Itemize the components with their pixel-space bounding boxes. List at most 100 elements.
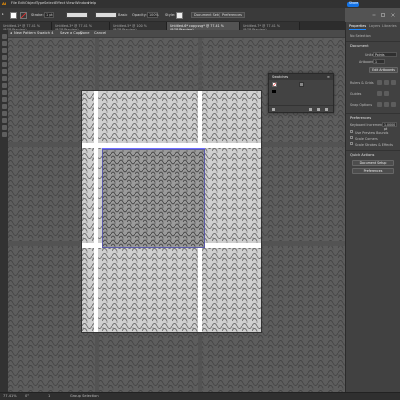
menu-select[interactable]: Select (44, 2, 55, 6)
selection-tool-icon[interactable] (1, 34, 7, 39)
artboard-value: 1 (375, 60, 378, 64)
tab-properties[interactable]: Properties (349, 22, 367, 30)
scale-corners-label: Scale Corners (355, 136, 378, 141)
divider (346, 150, 400, 151)
stroke-swatch[interactable] (20, 11, 27, 19)
pattern-edit-bar: ◂ New Pattern Swatch 4 Save a Copy Done … (8, 30, 345, 38)
zoom-tool-icon[interactable] (1, 132, 7, 137)
share-label: Share (349, 1, 359, 6)
menu-object[interactable]: Object (25, 2, 37, 6)
type-tool-icon[interactable] (1, 55, 7, 60)
swatches-panel[interactable]: Swatches ≡ (268, 73, 334, 113)
artboard[interactable] (81, 90, 262, 333)
document-setup-button-panel[interactable]: Document Setup (352, 160, 394, 166)
use-preview-bounds-checkbox[interactable] (350, 130, 353, 133)
tab-layers[interactable]: Layers (369, 22, 380, 30)
preferences-button[interactable]: Preferences (219, 12, 245, 18)
opacity-field[interactable]: 100% (147, 12, 159, 18)
document-tabs: Untitled-1* @ 77.41 % (RGB/Preview) Unti… (0, 22, 345, 32)
width-tool-icon[interactable] (1, 111, 7, 116)
guides-label: Guides (350, 92, 362, 96)
cancel-button[interactable]: Cancel (94, 32, 106, 36)
new-swatch-icon[interactable] (317, 108, 320, 111)
rectangle-tool-icon[interactable] (1, 69, 7, 74)
direct-selection-tool-icon[interactable] (1, 41, 7, 46)
opacity-value: 100% (149, 13, 159, 17)
snap-to-pixel-icon[interactable] (384, 102, 389, 107)
status-bar: 77.41% 0° 1 Group Selection (0, 392, 400, 400)
swatches-panel-footer (269, 105, 333, 112)
minimize-icon[interactable] (372, 2, 376, 15)
pattern-tile-editor[interactable] (102, 149, 205, 248)
fill-swatch[interactable] (10, 11, 17, 19)
pattern-gap-vertical (94, 91, 98, 332)
artboard-navigator[interactable]: 1 (48, 395, 50, 399)
preferences-button-panel[interactable]: Preferences (352, 168, 394, 174)
rulers-icon[interactable] (377, 80, 382, 85)
tab-untitled-7[interactable]: Untitled-7* @ 77.41 % (RGB/Preview) (240, 22, 300, 32)
brush-definition[interactable] (95, 12, 117, 18)
pencil-tool-icon[interactable] (1, 83, 7, 88)
tab-untitled-6-copy[interactable]: Untitled-6* copy.svg* @ 77.41 % (RGB/Pre… (167, 22, 240, 32)
scale-strokes-checkbox[interactable] (350, 142, 353, 145)
menu-edit[interactable]: Edit (18, 2, 25, 6)
properties-panel: Properties Layers Libraries No Selection… (345, 22, 400, 392)
menu-help[interactable]: Help (88, 2, 96, 6)
tab-untitled-3[interactable]: Untitled-3* @ 77.41 % (RGB/Preview) (52, 22, 110, 32)
pattern-tile-artwork (103, 150, 204, 247)
tab-untitled-5[interactable]: Untitled-5* @ 100 % (RGB/Preview) (110, 22, 167, 32)
pattern-name: New Pattern Swatch 4 (14, 31, 54, 36)
tab-libraries[interactable]: Libraries (382, 22, 397, 30)
rotation-value[interactable]: 0° (25, 395, 29, 399)
transparency-grid-icon[interactable] (391, 80, 396, 85)
registration-swatch[interactable] (272, 90, 276, 93)
stroke-label: Stroke: (31, 13, 44, 17)
eyedropper-tool-icon[interactable] (1, 118, 7, 123)
keyboard-increment-field[interactable]: 1.0000 pt (382, 122, 397, 131)
share-button[interactable]: Share (347, 1, 359, 7)
edit-artboards-label: Edit Artboards (372, 68, 395, 72)
app-logo: Ai (2, 1, 7, 6)
close-icon[interactable] (391, 2, 395, 17)
eraser-tool-icon[interactable] (1, 90, 7, 95)
swatch-libraries-icon[interactable] (272, 108, 275, 111)
new-color-group-icon[interactable] (309, 108, 312, 111)
grid-icon[interactable] (384, 80, 389, 85)
none-swatch[interactable] (272, 82, 277, 87)
none-swatch-icon (273, 83, 276, 86)
guides-toggle-icon[interactable] (377, 91, 382, 96)
back-arrow-icon[interactable]: ◂ (10, 32, 12, 36)
stroke-weight-field[interactable]: 1 pt (44, 12, 54, 18)
paintbrush-tool-icon[interactable] (1, 76, 7, 81)
snap-options-label: Snap Options (350, 103, 373, 107)
scale-corners-checkbox[interactable] (350, 136, 353, 139)
pen-tool-icon[interactable] (1, 48, 7, 53)
menu-file[interactable]: File (11, 2, 17, 6)
menu-effect[interactable]: Effect (55, 2, 65, 6)
pattern-swatch[interactable] (299, 82, 304, 87)
hand-tool-icon[interactable] (1, 125, 7, 130)
scale-tool-icon[interactable] (1, 104, 7, 109)
units-select[interactable]: Points (373, 52, 397, 57)
panel-menu-icon[interactable]: ≡ (327, 75, 330, 79)
lock-guides-icon[interactable] (384, 91, 389, 96)
artboard-select[interactable]: 1 (373, 59, 385, 64)
delete-swatch-icon[interactable] (325, 108, 328, 111)
swatches-panel-header[interactable]: Swatches ≡ (269, 74, 333, 80)
divider (346, 41, 400, 42)
style-swatch[interactable] (176, 11, 183, 19)
line-tool-icon[interactable] (1, 62, 7, 67)
snap-to-point-icon[interactable] (377, 102, 382, 107)
snap-to-glyph-icon[interactable] (391, 102, 396, 107)
opacity-label: Opacity: (132, 13, 147, 17)
zoom-level[interactable]: 77.41% (3, 395, 17, 399)
done-button[interactable]: Done (80, 32, 89, 36)
rotate-tool-icon[interactable] (1, 97, 7, 102)
tab-untitled-1[interactable]: Untitled-1* @ 77.41 % (RGB/Preview) (0, 22, 52, 32)
status-text[interactable]: Group Selection (70, 395, 99, 399)
edit-artboards-button[interactable]: Edit Artboards (369, 67, 398, 73)
variable-width-profile[interactable] (66, 12, 88, 18)
maximize-icon[interactable] (381, 2, 385, 17)
menu-view[interactable]: View (66, 2, 75, 6)
style-label: Style: (165, 13, 176, 17)
